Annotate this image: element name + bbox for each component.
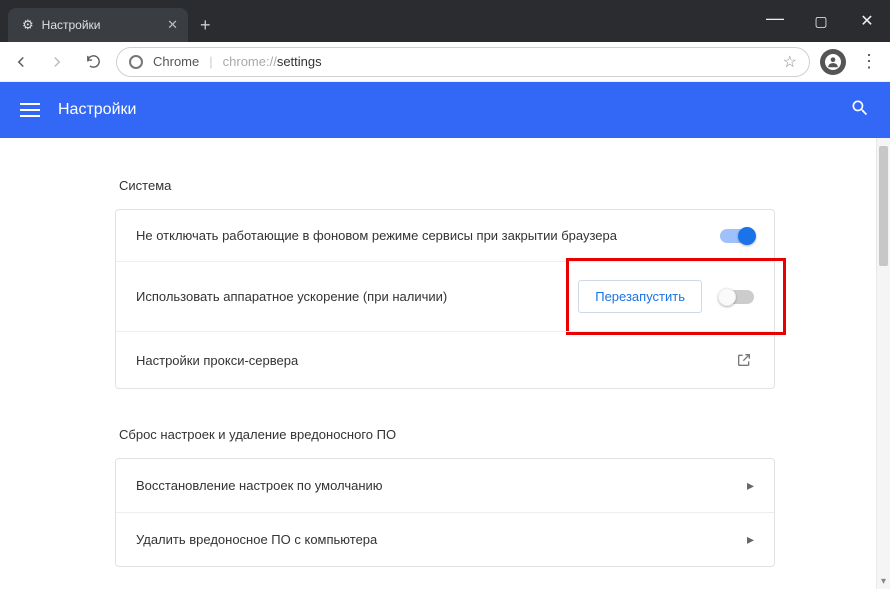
section-reset: Сброс настроек и удаление вредоносного П…	[115, 417, 775, 567]
row-background-services[interactable]: Не отключать работающие в фоновом режиме…	[116, 210, 774, 261]
row-proxy-settings[interactable]: Настройки прокси-сервера	[116, 331, 774, 388]
nav-reload-button[interactable]	[80, 49, 106, 75]
omnibox-label: Chrome	[153, 54, 199, 69]
row-cleanup-label: Удалить вредоносное ПО с компьютера	[136, 532, 747, 547]
menu-icon[interactable]	[20, 103, 40, 117]
restart-button[interactable]: Перезапустить	[578, 280, 702, 313]
vertical-scrollbar[interactable]: ▾	[876, 138, 890, 589]
page-title: Настройки	[58, 101, 136, 119]
url-path: settings	[277, 54, 322, 69]
section-system-title: Система	[119, 178, 771, 193]
settings-header: Настройки	[0, 82, 890, 138]
url-scheme: chrome://	[223, 54, 277, 69]
row-restore-defaults[interactable]: Восстановление настроек по умолчанию ▸	[116, 459, 774, 512]
profile-avatar-button[interactable]	[820, 49, 846, 75]
reset-card: Восстановление настроек по умолчанию ▸ У…	[115, 458, 775, 567]
scrollbar-thumb[interactable]	[879, 146, 888, 266]
nav-back-button[interactable]	[8, 49, 34, 75]
search-button[interactable]	[850, 98, 870, 123]
browser-toolbar: Chrome | chrome://settings ☆ ⋮	[0, 42, 890, 82]
window-close-button[interactable]: ✕	[844, 0, 890, 42]
settings-content: Система Не отключать работающие в фоново…	[0, 138, 890, 589]
toggle-background-services[interactable]	[720, 229, 754, 243]
row-proxy-label: Настройки прокси-сервера	[136, 353, 734, 368]
nav-forward-button[interactable]	[44, 49, 70, 75]
system-card: Не отключать работающие в фоновом режиме…	[115, 209, 775, 389]
scrollbar-down-icon[interactable]: ▾	[877, 576, 890, 587]
tab-close-icon[interactable]: ✕	[167, 17, 178, 33]
external-link-icon	[734, 350, 754, 370]
tab-title: Настройки	[42, 18, 101, 32]
row-hardware-accel[interactable]: Использовать аппаратное ускорение (при н…	[116, 261, 774, 331]
window-titlebar: ⚙ Настройки ✕ + — ▢ ✕	[0, 0, 890, 42]
section-reset-title: Сброс настроек и удаление вредоносного П…	[119, 427, 771, 442]
search-icon	[850, 98, 870, 118]
window-maximize-button[interactable]: ▢	[798, 0, 844, 42]
chevron-right-icon: ▸	[747, 477, 754, 494]
window-controls: — ▢ ✕	[752, 0, 890, 42]
section-system: Система Не отключать работающие в фоново…	[115, 168, 775, 389]
row-cleanup-malware[interactable]: Удалить вредоносное ПО с компьютера ▸	[116, 512, 774, 566]
window-minimize-button[interactable]: —	[752, 0, 798, 42]
row-background-label: Не отключать работающие в фоновом режиме…	[136, 228, 720, 243]
toggle-hardware-accel[interactable]	[720, 290, 754, 304]
site-identity-icon	[129, 55, 143, 69]
new-tab-button[interactable]: +	[200, 15, 211, 36]
row-hwaccel-label: Использовать аппаратное ускорение (при н…	[136, 289, 578, 304]
chevron-right-icon: ▸	[747, 531, 754, 548]
row-restore-label: Восстановление настроек по умолчанию	[136, 478, 747, 493]
omnibox[interactable]: Chrome | chrome://settings ☆	[116, 47, 810, 77]
browser-tab[interactable]: ⚙ Настройки ✕	[8, 8, 188, 42]
bookmark-star-icon[interactable]: ☆	[783, 52, 797, 72]
person-icon	[825, 54, 841, 70]
browser-menu-button[interactable]: ⋮	[856, 51, 882, 72]
gear-icon: ⚙	[22, 17, 34, 33]
